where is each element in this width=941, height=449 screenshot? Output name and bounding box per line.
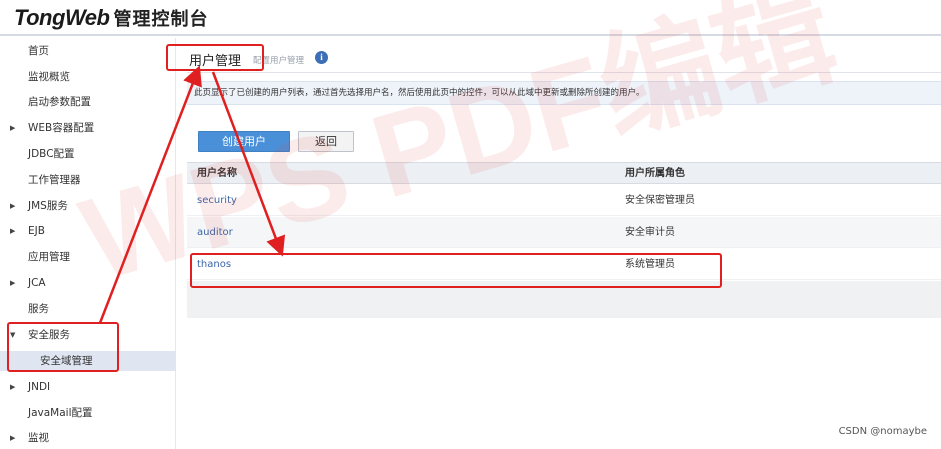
column-header-role[interactable]: 用户所属角色	[625, 163, 685, 184]
sidebar-item-label: JavaMail配置	[28, 407, 93, 419]
user-role: 安全审计员	[625, 227, 675, 238]
page-description: 此页显示了已创建的用户列表，通过首先选择用户名，然后使用此页中的控件，可以从此域…	[187, 81, 941, 105]
logo-title: 管理控制台	[113, 9, 209, 30]
sidebar-item-work-manager[interactable]: 工作管理器	[0, 170, 176, 190]
app-header: TongWeb 管理控制台	[0, 0, 941, 36]
user-name-link[interactable]: security	[197, 185, 237, 216]
sidebar-item-jms[interactable]: ▶ JMS服务	[0, 196, 176, 216]
sidebar-item-label: 监视	[28, 432, 49, 444]
table-header: 用户名称 用户所属角色	[187, 162, 941, 184]
sidebar-item-label: JNDI	[28, 381, 51, 393]
sidebar-item-label: 工作管理器	[28, 174, 81, 186]
logo-brand: TongWeb	[14, 5, 110, 30]
table-row[interactable]: security 安全保密管理员	[187, 185, 941, 216]
sidebar-nav: 首页 监视概览 启动参数配置 ▶ WEB容器配置 JDBC配置 工作管理器 ▶ …	[0, 38, 176, 449]
sidebar-item-label: JDBC配置	[28, 148, 75, 160]
sidebar-item-ejb[interactable]: ▶ EJB	[0, 221, 176, 241]
page-header: 用户管理 配置用户管理 i	[187, 46, 941, 72]
sidebar-item-label: 首页	[28, 45, 49, 57]
sidebar-item-home[interactable]: 首页	[0, 41, 176, 61]
column-header-username[interactable]: 用户名称	[197, 163, 237, 184]
sidebar-item-label: WEB容器配置	[28, 122, 95, 134]
sidebar-item-label: JMS服务	[28, 200, 68, 212]
sidebar-item-label: 启动参数配置	[28, 96, 91, 108]
divider	[187, 72, 941, 73]
create-user-button[interactable]: 创建用户	[198, 131, 290, 152]
chevron-right-icon: ▶	[10, 202, 16, 210]
chevron-right-icon: ▶	[10, 279, 16, 287]
sidebar-item-javamail[interactable]: JavaMail配置	[0, 403, 176, 423]
sidebar-item-label: 应用管理	[28, 251, 70, 263]
sidebar-item-label: 监视概览	[28, 71, 70, 83]
sidebar-item-web-container[interactable]: ▶ WEB容器配置	[0, 118, 176, 138]
chevron-right-icon: ▶	[10, 227, 16, 235]
sidebar-item-monitor[interactable]: ▶ 监视	[0, 428, 176, 448]
user-role: 安全保密管理员	[625, 195, 695, 206]
main-content: 用户管理 配置用户管理 i 此页显示了已创建的用户列表，通过首先选择用户名，然后…	[187, 38, 941, 449]
sidebar-item-services[interactable]: 服务	[0, 299, 176, 319]
sidebar-item-jndi[interactable]: ▶ JNDI	[0, 377, 176, 397]
credit-text: CSDN @nomaybe	[838, 426, 927, 437]
sidebar-item-jdbc[interactable]: JDBC配置	[0, 144, 176, 164]
app-logo: TongWeb 管理控制台	[14, 5, 208, 31]
sidebar-item-startup-params[interactable]: 启动参数配置	[0, 92, 176, 112]
sidebar-item-label: JCA	[28, 277, 46, 289]
sidebar-item-jca[interactable]: ▶ JCA	[0, 273, 176, 293]
sidebar-item-label: 服务	[28, 303, 49, 315]
annotation-box-title	[166, 44, 264, 71]
annotation-box-user-row	[190, 253, 722, 288]
sidebar-item-app-management[interactable]: 应用管理	[0, 247, 176, 267]
annotation-box-security	[7, 322, 119, 372]
user-name-link[interactable]: auditor	[197, 217, 233, 248]
back-button[interactable]: 返回	[298, 131, 354, 152]
sidebar-item-monitor-overview[interactable]: 监视概览	[0, 67, 176, 87]
chevron-right-icon: ▶	[10, 434, 16, 442]
info-icon[interactable]: i	[315, 51, 328, 64]
table-row[interactable]: auditor 安全审计员	[187, 217, 941, 248]
sidebar-item-label: EJB	[28, 225, 45, 237]
chevron-right-icon: ▶	[10, 124, 16, 132]
chevron-right-icon: ▶	[10, 383, 16, 391]
